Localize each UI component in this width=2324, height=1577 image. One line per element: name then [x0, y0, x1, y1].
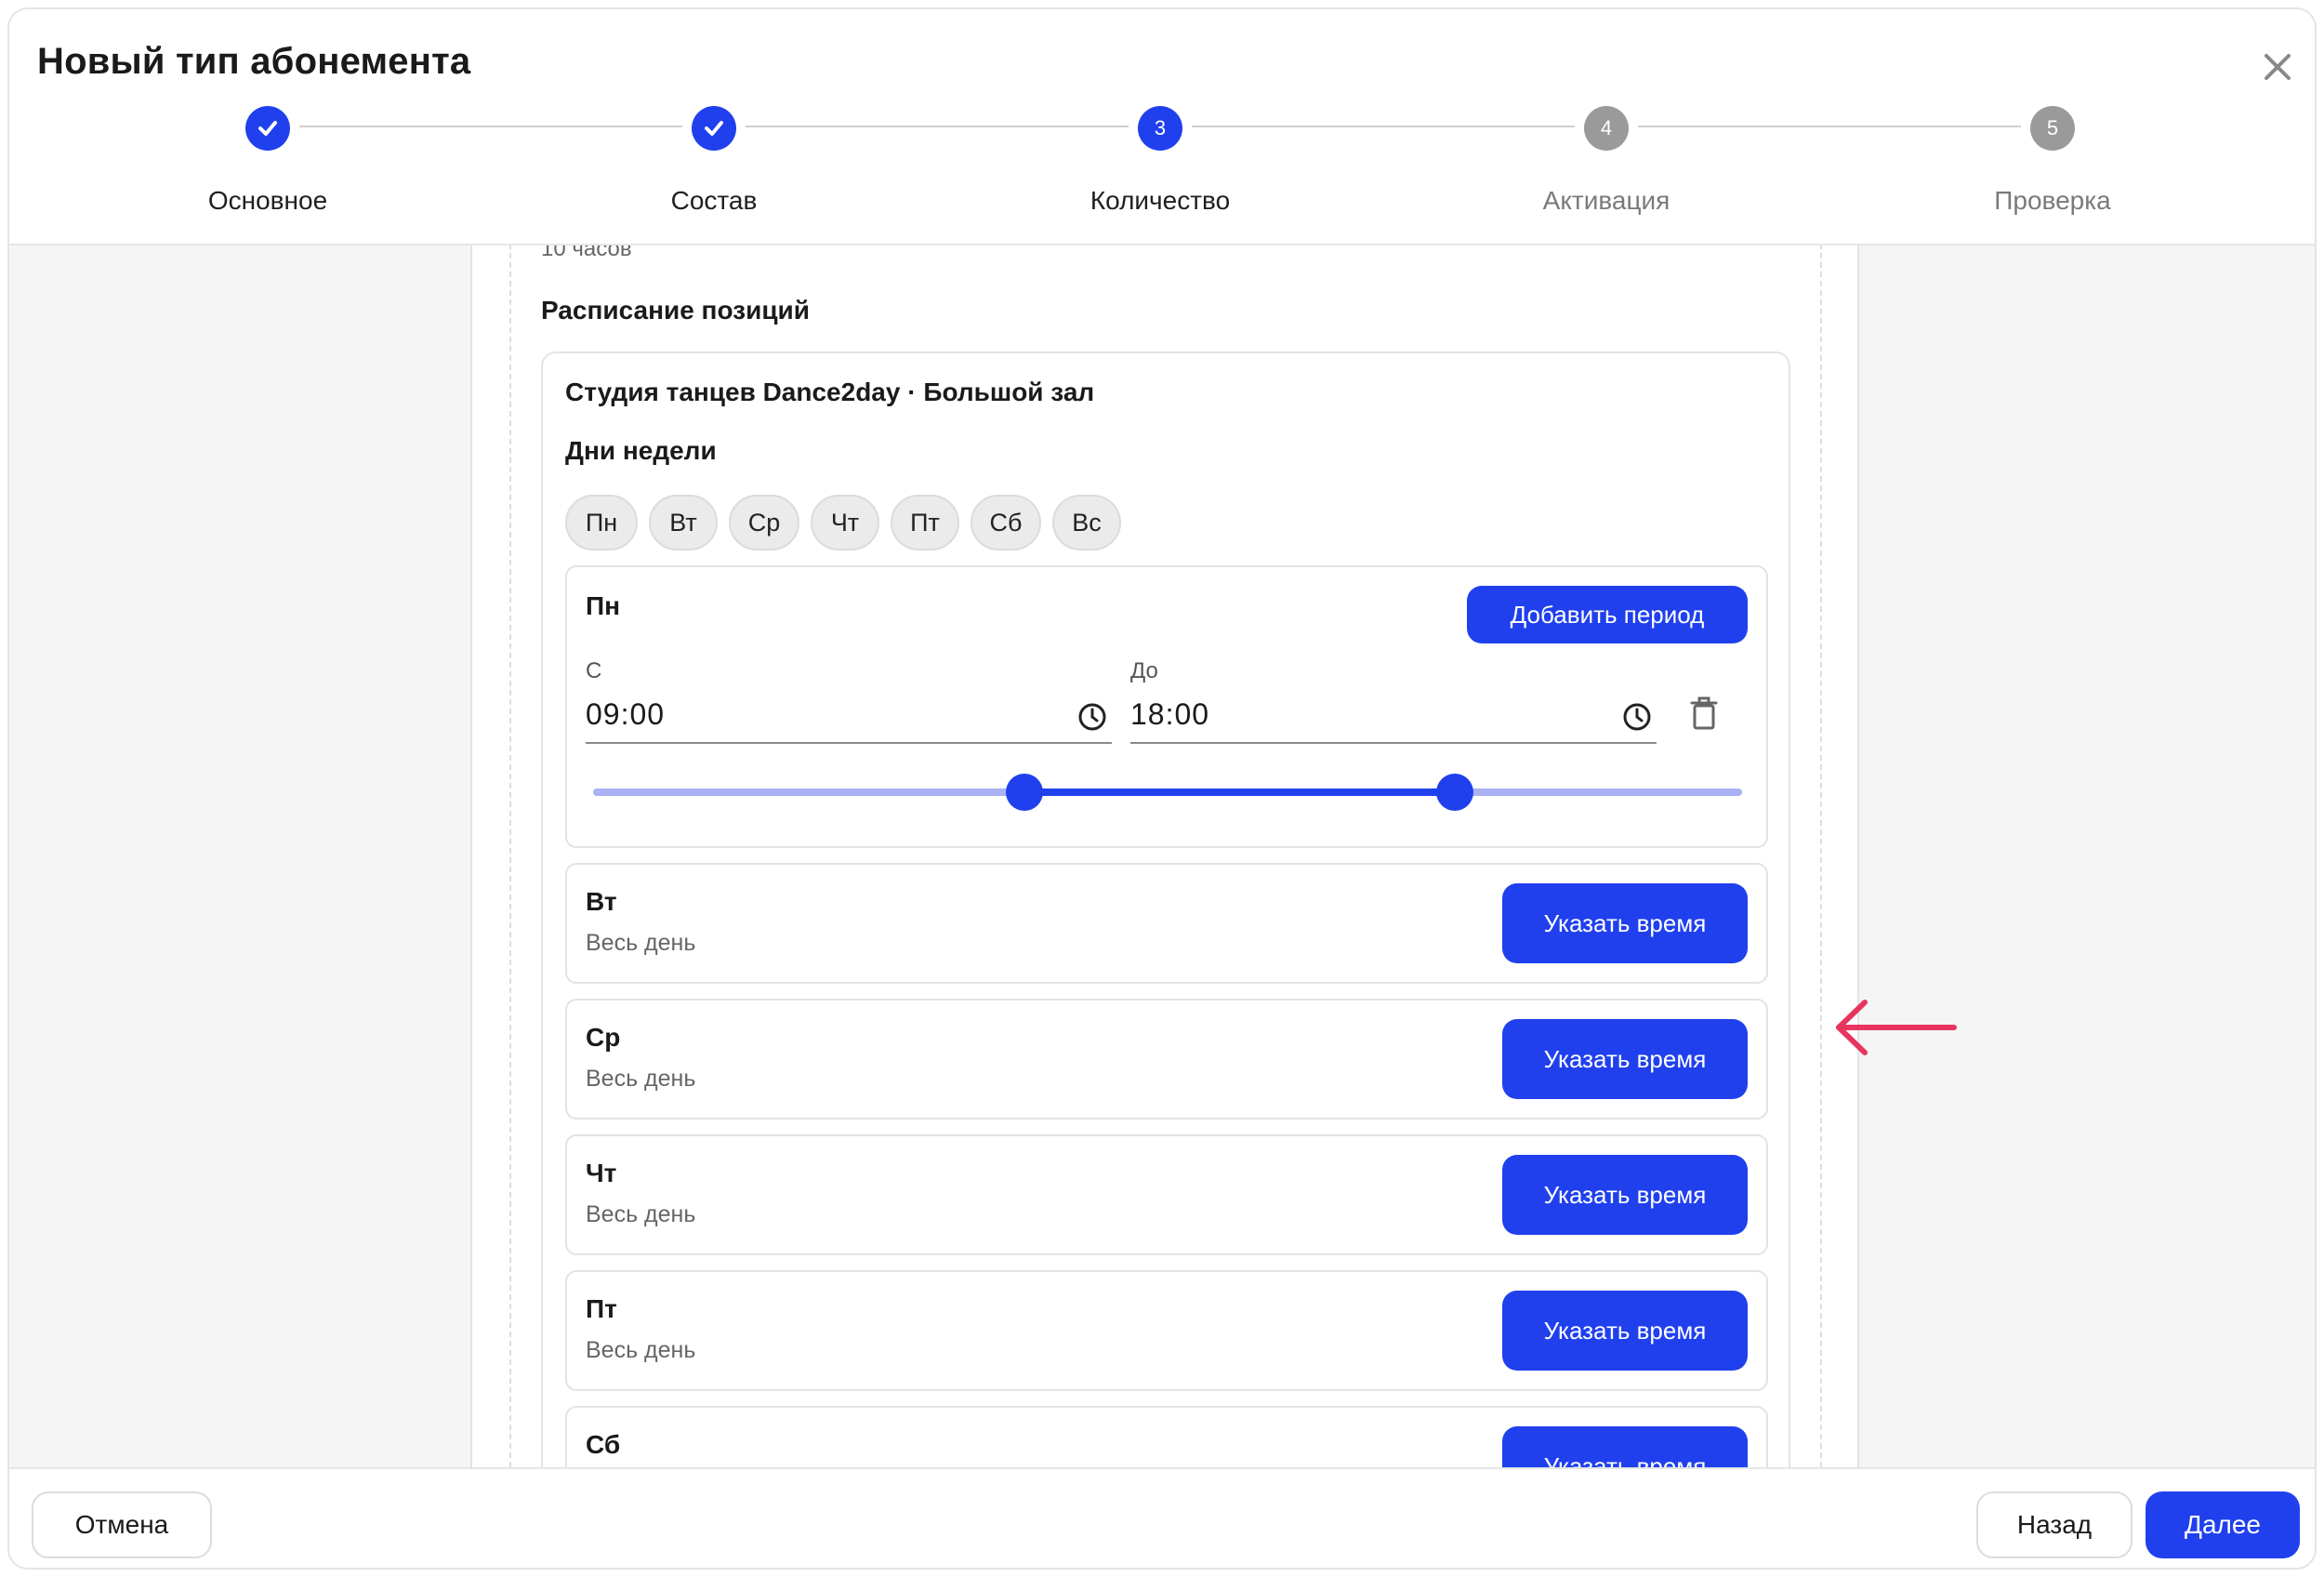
modal-title: Новый тип абонемента	[37, 41, 471, 82]
slider-selected-range	[1023, 788, 1455, 796]
day-name: Чт	[586, 1159, 617, 1187]
day-card-mon: Пн Добавить период С 09:00 До 18:00	[565, 565, 1768, 848]
day-card-sat: Сб Указать время	[565, 1406, 1768, 1467]
modal-dialog: Новый тип абонемента 3 4 5 Основное Сост…	[7, 7, 2317, 1570]
check-icon	[258, 121, 277, 136]
studio-title: Студия танцев Dance2day · Большой зал	[565, 378, 1095, 406]
close-icon	[2265, 54, 2291, 80]
set-time-button[interactable]: Указать время	[1502, 1291, 1748, 1371]
day-subtitle: Весь день	[586, 1066, 696, 1092]
to-field-underline	[1130, 742, 1657, 744]
step-4-label: Активация	[1542, 186, 1670, 215]
slider-thumb-from[interactable]	[1005, 774, 1043, 811]
set-time-button[interactable]: Указать время	[1502, 883, 1748, 963]
step-3-label[interactable]: Количество	[1021, 186, 1300, 216]
step-2-label[interactable]: Состав	[574, 186, 853, 216]
stepper-connector	[1638, 126, 2021, 127]
step-4-indicator: 4	[1584, 106, 1629, 151]
cancel-button[interactable]: Отмена	[32, 1491, 212, 1558]
weekday-chip-sat[interactable]: Сб	[971, 495, 1041, 550]
stepper-connector	[1192, 126, 1575, 127]
to-time-input[interactable]: 18:00	[1130, 697, 1209, 732]
day-name: Пн	[586, 591, 621, 620]
day-subtitle: Весь день	[586, 1201, 696, 1227]
weekday-chip-fri[interactable]: Пт	[891, 495, 959, 550]
day-card-thu: Чт Весь день Указать время	[565, 1134, 1768, 1255]
weekday-chip-thu[interactable]: Чт	[811, 495, 879, 550]
from-field-underline	[586, 742, 1112, 744]
from-label: С	[586, 658, 602, 683]
step-5-label: Проверка	[1994, 186, 2111, 215]
arrow-left-icon	[1836, 1000, 1957, 1055]
day-name: Пт	[586, 1294, 617, 1323]
set-time-button[interactable]: Указать время	[1502, 1155, 1748, 1235]
stepper-connector	[299, 126, 682, 127]
step-3-indicator[interactable]: 3	[1138, 106, 1182, 151]
day-subtitle: Весь день	[586, 930, 696, 956]
weekday-chip-tue[interactable]: Вт	[649, 495, 718, 550]
step-1-label[interactable]: Основное	[128, 186, 407, 216]
panel-divider	[1820, 244, 1822, 1467]
slider-thumb-to[interactable]	[1436, 774, 1473, 811]
day-card-fri: Пт Весь день Указать время	[565, 1270, 1768, 1391]
next-button[interactable]: Далее	[2146, 1491, 2300, 1558]
step-2-indicator[interactable]	[692, 106, 736, 151]
day-card-wed: Ср Весь день Указать время	[565, 999, 1768, 1120]
hours-text: 10 часов	[541, 244, 632, 261]
to-label: До	[1130, 658, 1158, 683]
day-name: Ср	[586, 1023, 621, 1052]
day-name: Вт	[586, 887, 617, 916]
weekdays-title: Дни недели	[565, 436, 717, 465]
weekday-chip-wed[interactable]: Ср	[729, 495, 799, 550]
clock-icon[interactable]	[1076, 701, 1108, 733]
clock-icon[interactable]	[1621, 701, 1653, 733]
modal-header: Новый тип абонемента 3 4 5 Основное Сост…	[9, 9, 2315, 245]
set-time-button[interactable]: Указать время	[1502, 1019, 1748, 1099]
stepper-connector	[746, 126, 1129, 127]
close-button[interactable]	[2253, 43, 2302, 91]
check-icon	[705, 121, 723, 136]
trash-icon[interactable]	[1688, 696, 1720, 731]
panel-divider	[509, 244, 511, 1467]
weekday-chips: Пн Вт Ср Чт Пт Сб Вс	[565, 495, 1121, 550]
day-subtitle: Весь день	[586, 1337, 696, 1363]
day-card-tue: Вт Весь день Указать время	[565, 863, 1768, 984]
add-period-button[interactable]: Добавить период	[1467, 586, 1748, 643]
form-panel: 10 часов Расписание позиций Студия танце…	[470, 244, 1859, 1467]
studio-schedule-card: Студия танцев Dance2day · Большой зал Дн…	[541, 351, 1790, 1467]
weekday-chip-mon[interactable]: Пн	[565, 495, 638, 550]
set-time-button[interactable]: Указать время	[1502, 1426, 1748, 1467]
step-5-indicator: 5	[2030, 106, 2075, 151]
modal-footer: Отмена Назад Далее	[9, 1467, 2315, 1568]
schedule-section-title: Расписание позиций	[541, 296, 810, 325]
step-1-indicator[interactable]	[245, 106, 290, 151]
weekday-chip-sun[interactable]: Вс	[1052, 495, 1121, 550]
modal-content[interactable]: 10 часов Расписание позиций Студия танце…	[9, 244, 2315, 1467]
day-name: Сб	[586, 1430, 621, 1459]
from-time-input[interactable]: 09:00	[586, 697, 665, 732]
back-button[interactable]: Назад	[1976, 1491, 2133, 1558]
